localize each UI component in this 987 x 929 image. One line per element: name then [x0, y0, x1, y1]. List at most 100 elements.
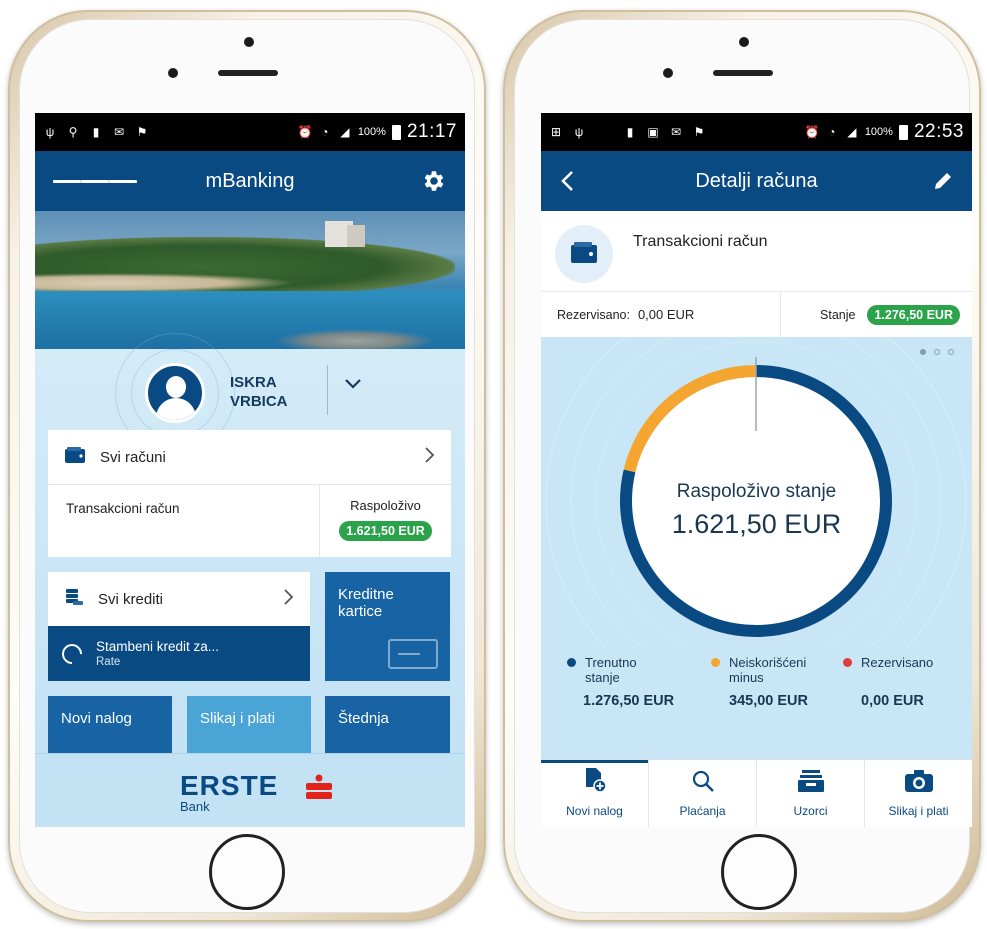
flag-icon: ⚑: [136, 125, 148, 139]
user-name: ISKRA VRBICA: [230, 373, 288, 411]
alarm-icon: ⏰: [804, 125, 820, 139]
user-profile[interactable]: ISKRA VRBICA: [35, 333, 465, 453]
reserved-label: Rezervisano:: [557, 308, 630, 322]
chevron-down-icon[interactable]: [343, 377, 373, 401]
credit-cards-label: Kreditne kartice: [338, 586, 394, 620]
status-bar: ψ ⚲ ▮ ✉ ⚑ ⏰ ◔ ◢ 100% 21:17: [35, 113, 465, 151]
tab-payments[interactable]: Plaćanja: [648, 760, 756, 827]
image-icon: ▣: [647, 125, 659, 139]
user-first-name: ISKRA: [230, 374, 277, 391]
status-time: 21:17: [406, 121, 457, 142]
dashboard-body: ISKRA VRBICA Svi računi Transakcioni rač…: [35, 333, 465, 753]
photo-pay-tile[interactable]: Slikaj i plati: [187, 696, 311, 753]
erste-logo: ERSTE Bank: [180, 770, 332, 814]
legend-label: stanje: [585, 670, 620, 685]
status-bar: ⊞ ψ ▮ ▣ ✉ ⚑ ⏰ ◔ ◢ 100% 22:53: [541, 113, 972, 151]
settings-gear-icon[interactable]: [421, 151, 447, 211]
home-button[interactable]: [209, 834, 285, 910]
all-credits-row[interactable]: Svi krediti: [48, 572, 310, 626]
erste-s-logo-icon: [304, 774, 334, 800]
mail-icon: ✉: [670, 125, 682, 139]
usb-icon: ψ: [574, 125, 584, 139]
status-time: 22:53: [913, 121, 964, 142]
app-header: Detalji računa: [541, 151, 972, 211]
new-order-label: Novi nalog: [61, 710, 132, 727]
legend-dot: [567, 658, 576, 667]
chevron-right-icon: [423, 446, 435, 469]
account-available: Raspoloživo 1.621,50 EUR: [319, 485, 451, 557]
profile-divider: [327, 365, 328, 415]
balance-amount-badge: 1.276,50 EUR: [867, 304, 960, 325]
new-order-tile[interactable]: Novi nalog: [48, 696, 172, 753]
tab-label: Novi nalog: [566, 804, 623, 818]
account-item[interactable]: Transakcioni račun Raspoloživo 1.621,50 …: [48, 485, 451, 557]
reserved-value: 0,00 EUR: [637, 307, 695, 322]
signal-icon: ◢: [847, 125, 857, 139]
balance-label: Stanje: [820, 307, 856, 322]
user-last-name: VRBICA: [230, 393, 288, 410]
app-header: mBanking: [35, 151, 465, 211]
screen-mbanking-home: ψ ⚲ ▮ ✉ ⚑ ⏰ ◔ ◢ 100% 21:17 mBanking ISKR…: [35, 113, 465, 827]
inbox-tray-icon: [797, 769, 825, 796]
wallet-icon: [555, 225, 613, 283]
credit-card-icon: [388, 639, 438, 669]
loading-spinner-icon: [57, 639, 87, 668]
proximity-sensor: [663, 68, 673, 78]
wifi-icon: ◔: [828, 125, 836, 139]
home-button[interactable]: [721, 834, 797, 910]
chevron-right-icon: [282, 588, 294, 611]
account-name: Transakcioni račun: [66, 501, 180, 516]
account-summary: Transakcioni račun: [541, 211, 972, 291]
legend-item-unused-overdraft: Neiskorišćeni minus: [711, 655, 807, 685]
available-amount-badge: 1.621,50 EUR: [339, 521, 432, 541]
edit-pencil-icon[interactable]: [932, 151, 954, 211]
tab-label: Plaćanja: [679, 804, 726, 818]
add-icon: ⊞: [550, 125, 562, 139]
tab-photo-pay[interactable]: Slikaj i plati: [864, 760, 972, 827]
balance-info: Stanje 1.276,50 EUR: [780, 291, 972, 338]
logo-sub: Bank: [180, 799, 210, 814]
sim-icon: ▮: [626, 125, 634, 139]
available-label: Raspoloživo: [350, 498, 421, 513]
signal-icon: ◢: [340, 125, 350, 139]
photo-pay-label: Slikaj i plati: [200, 710, 276, 727]
battery-percent: 100%: [864, 126, 893, 138]
flag-icon: ⚑: [693, 125, 705, 139]
page-title: Detalji računa: [695, 169, 818, 192]
proximity-sensor: [168, 68, 178, 78]
bottom-tab-bar: Novi nalog Plaćanja Uzorci Slikaj i plat…: [541, 759, 972, 827]
balance-chart-area[interactable]: Raspoloživo stanje 1.621,50 EUR Trenutno…: [541, 337, 972, 759]
tab-templates[interactable]: Uzorci: [756, 760, 864, 827]
legend-label: Neiskorišćeni: [729, 655, 807, 670]
legend-label: Rezervisano: [861, 655, 934, 670]
all-accounts-label: Svi računi: [100, 448, 166, 466]
back-arrow-icon[interactable]: [559, 151, 575, 211]
all-credits-label: Svi krediti: [98, 590, 164, 608]
all-accounts-row[interactable]: Svi računi: [48, 430, 451, 485]
front-camera: [244, 37, 254, 47]
credit-item[interactable]: Stambeni kredit za... Rate: [48, 626, 310, 681]
mail-icon: ✉: [113, 125, 125, 139]
legend-dot: [843, 658, 852, 667]
savings-label: Štednja: [338, 710, 389, 727]
camera-icon: [904, 769, 934, 796]
earpiece-speaker: [713, 70, 773, 76]
screen-account-details: ⊞ ψ ▮ ▣ ✉ ⚑ ⏰ ◔ ◢ 100% 22:53 Detalji rač…: [541, 113, 972, 827]
earpiece-speaker: [218, 70, 278, 76]
tab-label: Slikaj i plati: [888, 804, 949, 818]
credit-cards-tile[interactable]: Kreditne kartice: [325, 572, 450, 681]
legend-label: minus: [729, 670, 764, 685]
alarm-icon: ⏰: [297, 125, 313, 139]
menu-icon[interactable]: [53, 151, 137, 211]
tab-new-order[interactable]: Novi nalog: [541, 760, 648, 827]
sim-icon: ▮: [92, 125, 100, 139]
legend-item-current: Trenutno stanje: [567, 655, 637, 685]
search-icon: [691, 769, 715, 796]
logo-brand: ERSTE: [180, 770, 279, 801]
wallet-icon: [64, 446, 86, 469]
balance-row: Rezervisano: 0,00 EUR Stanje 1.276,50 EUR: [541, 291, 972, 338]
coins-stack-icon: [64, 587, 84, 612]
location-icon: ⚲: [68, 125, 78, 139]
savings-tile[interactable]: Štednja: [325, 696, 450, 753]
donut-center-value: 1.621,50 EUR: [671, 509, 842, 539]
